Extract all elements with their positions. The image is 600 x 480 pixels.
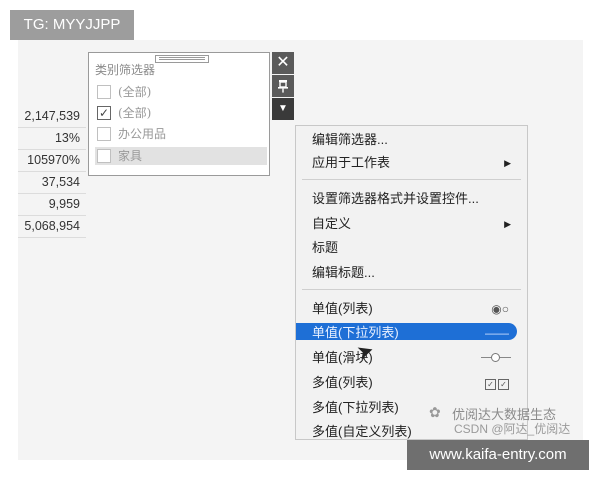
submenu-arrow-icon: ▶ [504,158,511,168]
value-cell: 5,068,954 [18,216,86,238]
value-column: 2,147,539 13% 105970% 37,534 9,959 5,068… [18,106,86,238]
pin-icon[interactable] [272,75,294,97]
filter-option-furniture[interactable]: 家具 [95,147,267,165]
close-button[interactable]: ✕ [272,52,294,74]
radio-list-icon: ◉○ [491,302,509,316]
filter-option-all-checked[interactable]: (全部) [95,104,267,122]
checkbox[interactable] [97,84,111,99]
dropdown-list-icon: —— [485,326,509,340]
value-cell: 9,959 [18,194,86,216]
submenu-arrow-icon: ▶ [504,219,511,229]
watermark-author: CSDN @阿达_优阅达 [454,422,571,436]
menu-item-format-filter[interactable]: 设置筛选器格式并设置控件... [296,188,527,210]
category-filter-panel: 类别筛选器 (全部) (全部) 办公用品 家具 [88,52,270,176]
menu-item-apply-to-sheets[interactable]: 应用于工作表 ▶ [296,152,527,174]
value-cell: 13% [18,128,86,150]
menu-item-single-list[interactable]: 单值(列表) ◉○ [296,298,527,320]
filter-option-all[interactable]: (全部) [95,83,267,101]
checkbox-list-icon: ✓ ✓ [483,372,509,394]
filter-title: 类别筛选器 [95,63,156,77]
menu-separator [302,289,521,290]
dropdown-arrow-button[interactable]: ▼ [272,98,294,120]
watermark-tag: TG: MYYJJPP [10,10,134,40]
filter-option-office-supplies[interactable]: 办公用品 [95,125,267,143]
value-cell: 37,534 [18,172,86,194]
menu-item-multi-list[interactable]: ● 多值(列表) ✓✓ [296,372,527,394]
wechat-icon: ✿ [429,404,441,420]
menu-item-edit-title[interactable]: 编辑标题... [296,262,527,284]
menu-item-single-dropdown[interactable]: 单值(下拉列表) —— [296,322,527,344]
value-cell: 2,147,539 [18,106,86,128]
slider-icon [481,353,511,362]
menu-item-customize[interactable]: 自定义 ▶ [296,213,527,235]
checkbox[interactable] [97,148,111,163]
checkbox-checked[interactable] [97,104,111,122]
value-cell: 105970% [18,150,86,172]
checkbox[interactable] [97,126,111,141]
footer-url: www.kaifa-entry.com [407,440,589,470]
menu-separator [302,179,521,180]
drag-grip-icon[interactable] [155,55,209,63]
menu-item-title[interactable]: ✔ 标题 [296,237,527,259]
menu-item-single-slider[interactable]: 单值(滑块) [296,347,527,369]
menu-item-edit-filter[interactable]: 编辑筛选器... [296,129,527,151]
filter-context-menu: 编辑筛选器... 应用于工作表 ▶ 设置筛选器格式并设置控件... 自定义 ▶ … [295,125,528,440]
